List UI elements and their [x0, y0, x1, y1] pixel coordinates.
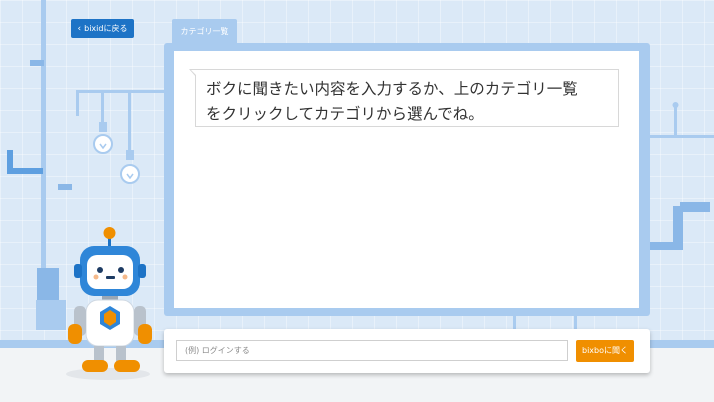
question-input[interactable] — [176, 340, 568, 361]
chat-board: ボクに聞きたい内容を入力するか、上のカテゴリ一覧 をクリックしてカテゴリから選ん… — [164, 43, 650, 316]
back-to-bixid-button[interactable]: ‹ bixidに戻る — [71, 19, 134, 38]
chat-area: ボクに聞きたい内容を入力するか、上のカテゴリ一覧 をクリックしてカテゴリから選ん… — [174, 51, 639, 308]
robot-message-line-1: ボクに聞きたい内容を入力するか、上のカテゴリ一覧 — [206, 80, 578, 98]
ask-bixbo-button[interactable]: bixboに聞く — [576, 340, 634, 362]
robot-mascot — [66, 227, 152, 380]
tab-category-list-label: カテゴリ一覧 — [180, 27, 229, 36]
ask-button-label: bixboに聞く — [581, 346, 628, 355]
chat-input-bar: bixboに聞く — [164, 329, 650, 373]
robot-message-line-2: をクリックしてカテゴリから選んでね。 — [206, 105, 484, 123]
bubble-tail — [189, 69, 197, 77]
lightbulb-icon — [93, 122, 113, 154]
robot-message-bubble: ボクに聞きたい内容を入力するか、上のカテゴリ一覧 をクリックしてカテゴリから選ん… — [189, 69, 619, 127]
back-button-label: bixidに戻る — [84, 24, 128, 33]
lightbulb-icon — [120, 150, 140, 184]
chevron-left-icon: ‹ — [77, 24, 82, 34]
tab-category-list[interactable]: カテゴリ一覧 — [172, 19, 237, 44]
